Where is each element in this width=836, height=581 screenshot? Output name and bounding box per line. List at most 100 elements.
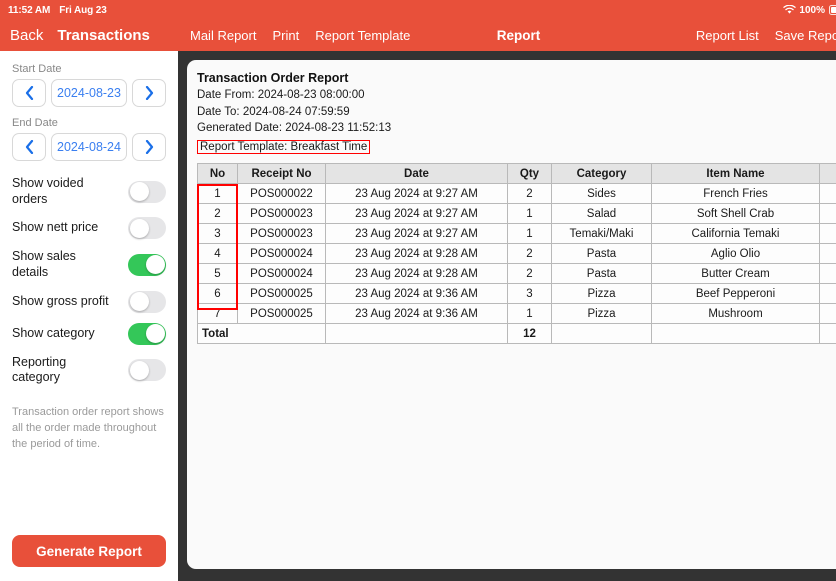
end-date-label: End Date [12, 117, 58, 129]
toggle-row-show-gross-profit[interactable]: Show gross profit [12, 286, 166, 318]
cell-date: 23 Aug 2024 at 9:28 AM [325, 263, 508, 285]
total-date [325, 323, 508, 345]
status-date: Fri Aug 23 [59, 4, 107, 16]
column-header-extra [819, 163, 836, 185]
start-date-label: Start Date [12, 63, 62, 75]
toggle-row-show-sales-details[interactable]: Show sales details [12, 244, 166, 285]
table-row[interactable]: 2 POS000023 23 Aug 2024 at 9:27 AM 1 Sal… [197, 203, 836, 225]
toggle-switch-reporting-category[interactable] [128, 359, 166, 382]
sidebar: 11:52 AM Fri Aug 23 Back Transactions St… [0, 0, 178, 581]
cell-date: 23 Aug 2024 at 9:36 AM [325, 303, 508, 325]
cell-receipt: POS000025 [237, 303, 326, 325]
toggle-row-show-category[interactable]: Show category [12, 318, 166, 350]
toggle-switch-show-category[interactable] [128, 322, 166, 345]
cell-category: Temaki/Maki [551, 223, 652, 245]
chevron-left-icon [25, 86, 33, 100]
battery-percent-label: 100% [799, 4, 825, 16]
table-row[interactable]: 3 POS000023 23 Aug 2024 at 9:27 AM 1 Tem… [197, 223, 836, 245]
cell-date: 23 Aug 2024 at 9:27 AM [325, 183, 508, 205]
cell-extra [819, 223, 836, 245]
sidebar-status-bar: 11:52 AM Fri Aug 23 [0, 0, 178, 20]
report-date-from: Date From: 2024-08-23 08:00:00 [197, 89, 365, 101]
cell-receipt: POS000023 [237, 203, 326, 225]
toggle-knob [145, 255, 165, 275]
cell-category: Pasta [551, 243, 652, 265]
cell-category: Pizza [551, 303, 652, 325]
start-date-next-button[interactable] [132, 79, 166, 107]
start-date-value[interactable]: 2024-08-23 [51, 79, 127, 107]
cell-item: Soft Shell Crab [651, 203, 820, 225]
cell-extra [819, 283, 836, 305]
column-header-receipt-no: Receipt No [237, 163, 326, 185]
sidebar-footer: Generate Report [0, 535, 178, 581]
status-time: 11:52 AM [8, 4, 51, 16]
end-date-value[interactable]: 2024-08-24 [51, 133, 127, 161]
cell-item: Mushroom [651, 303, 820, 325]
end-date-prev-button[interactable] [12, 133, 46, 161]
cell-extra [819, 203, 836, 225]
toggle-label: Show category [12, 325, 95, 340]
report-list-button[interactable]: Report List [696, 28, 759, 43]
cell-receipt: POS000024 [237, 243, 326, 265]
column-header-category: Category [551, 163, 652, 185]
end-date-next-button[interactable] [132, 133, 166, 161]
total-category [551, 323, 652, 345]
start-date-prev-button[interactable] [12, 79, 46, 107]
cell-date: 23 Aug 2024 at 9:27 AM [325, 203, 508, 225]
table-row[interactable]: 4 POS000024 23 Aug 2024 at 9:28 AM 2 Pas… [197, 243, 836, 265]
cell-no: 5 [197, 263, 238, 285]
cell-extra [819, 243, 836, 265]
toggle-switch-show-gross-profit[interactable] [128, 290, 166, 313]
cell-item: Butter Cream [651, 263, 820, 285]
start-date-stepper: 2024-08-23 [12, 79, 166, 107]
column-header-item-name: Item Name [651, 163, 820, 185]
cell-qty: 3 [507, 283, 552, 305]
toggle-row-show-voided-orders[interactable]: Show voided orders [12, 171, 166, 212]
cell-receipt: POS000022 [237, 183, 326, 205]
report-card: Transaction Order Report Date From: 2024… [187, 60, 836, 569]
toggle-switch-show-sales-details[interactable] [128, 253, 166, 276]
report-date-to: Date To: 2024-08-24 07:59:59 [197, 105, 350, 118]
print-button[interactable]: Print [272, 28, 299, 43]
cell-receipt: POS000023 [237, 223, 326, 245]
total-item [651, 323, 820, 345]
table-row[interactable]: 5 POS000024 23 Aug 2024 at 9:28 AM 2 Pas… [197, 263, 836, 285]
report-title: Transaction Order Report [197, 71, 349, 85]
cell-no: 6 [197, 283, 238, 305]
table-row[interactable]: 7 POS000025 23 Aug 2024 at 9:36 AM 1 Piz… [197, 303, 836, 325]
cell-category: Sides [551, 183, 652, 205]
mail-report-button[interactable]: Mail Report [190, 28, 256, 43]
toggle-knob [129, 182, 149, 202]
back-button[interactable]: Back [10, 27, 43, 44]
cell-category: Pizza [551, 283, 652, 305]
cell-item: Beef Pepperoni [651, 283, 820, 305]
table-header-row: No Receipt No Date Qty Category Item Nam… [197, 163, 836, 185]
cell-no: 1 [197, 183, 238, 205]
save-report-button[interactable]: Save Report [775, 28, 836, 43]
chevron-right-icon [145, 140, 153, 154]
report-template-button[interactable]: Report Template [315, 28, 410, 43]
cell-category: Salad [551, 203, 652, 225]
toggle-switch-show-nett-price[interactable] [128, 217, 166, 240]
column-header-no: No [197, 163, 238, 185]
generate-report-button[interactable]: Generate Report [12, 535, 166, 567]
cell-item: Aglio Olio [651, 243, 820, 265]
main-toolbar: Mail Report Print Report Template Report… [178, 20, 836, 51]
cell-extra [819, 303, 836, 325]
cell-qty: 2 [507, 183, 552, 205]
table-row[interactable]: 6 POS000025 23 Aug 2024 at 9:36 AM 3 Piz… [197, 283, 836, 305]
cell-date: 23 Aug 2024 at 9:27 AM [325, 223, 508, 245]
toggle-label: Reporting category [12, 354, 67, 385]
toggle-row-show-nett-price[interactable]: Show nett price [12, 212, 166, 244]
column-header-date: Date [325, 163, 508, 185]
cell-extra [819, 263, 836, 285]
table-row[interactable]: 1 POS000022 23 Aug 2024 at 9:27 AM 2 Sid… [197, 183, 836, 205]
sidebar-body: Start Date 2024-08-23 End Date 2024-08-2… [0, 51, 178, 535]
sidebar-title: Transactions [57, 27, 150, 44]
column-header-qty: Qty [507, 163, 552, 185]
toggle-row-reporting-category[interactable]: Reporting category [12, 350, 166, 391]
toggle-switch-show-voided-orders[interactable] [128, 180, 166, 203]
cell-date: 23 Aug 2024 at 9:36 AM [325, 283, 508, 305]
toggle-label: Show nett price [12, 220, 99, 235]
total-label: Total [197, 323, 326, 345]
